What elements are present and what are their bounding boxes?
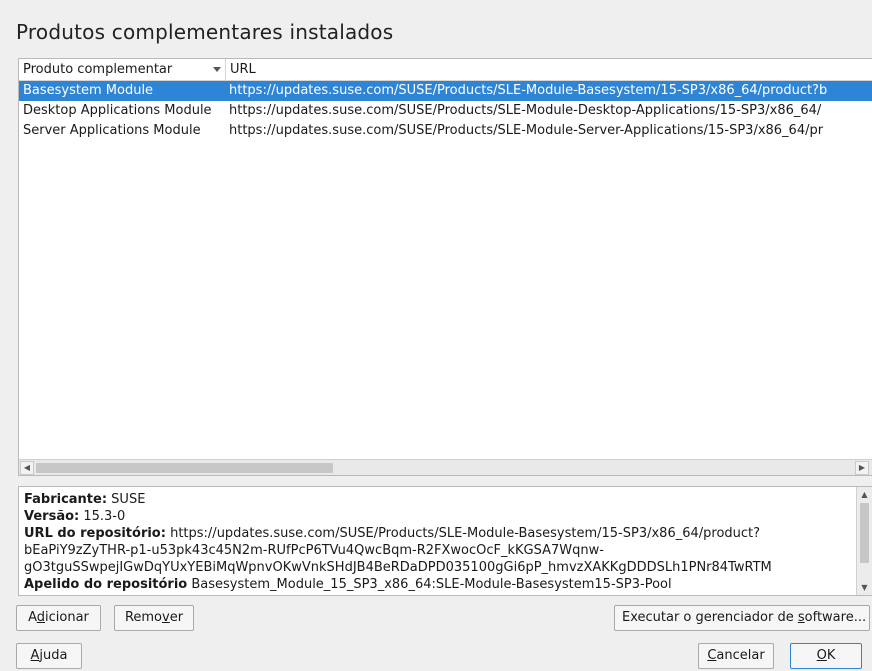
arrow-up-icon[interactable]: ▲ bbox=[858, 488, 871, 501]
column-header-product-label: Produto complementar bbox=[23, 62, 173, 77]
ok-button-mnemonic: O bbox=[816, 648, 827, 663]
table-row[interactable]: Basesystem Module https://updates.suse.c… bbox=[19, 81, 872, 101]
remove-button-mnemonic: v bbox=[162, 610, 170, 625]
cell-url: https://updates.suse.com/SUSE/Products/S… bbox=[229, 123, 824, 138]
ok-button[interactable]: OK bbox=[790, 643, 862, 669]
repo-url-label: URL do repositório: bbox=[24, 526, 166, 541]
table-row[interactable]: Desktop Applications Module https://upda… bbox=[19, 101, 872, 121]
horizontal-scrollbar[interactable]: ◀ ▶ bbox=[19, 459, 872, 475]
horizontal-scroll-thumb[interactable] bbox=[36, 463, 333, 473]
cell-url: https://updates.suse.com/SUSE/Products/S… bbox=[229, 83, 828, 98]
column-header-url-label: URL bbox=[230, 62, 256, 77]
column-header-product[interactable]: Produto complementar bbox=[19, 59, 226, 81]
cell-url: https://updates.suse.com/SUSE/Products/S… bbox=[229, 103, 822, 118]
vendor-value: SUSE bbox=[111, 492, 146, 507]
details-text: Fabricante: SUSE Versão: 15.3-0 URL do r… bbox=[24, 491, 854, 593]
cancel-button[interactable]: Cancelar bbox=[698, 643, 774, 669]
vendor-line: Fabricante: SUSE bbox=[24, 491, 854, 508]
column-header-url[interactable]: URL bbox=[226, 59, 872, 81]
cell-product: Server Applications Module bbox=[23, 123, 201, 138]
cell-product: Basesystem Module bbox=[23, 83, 154, 98]
dialog-title: Produtos complementares instalados bbox=[16, 20, 394, 44]
arrow-left-icon[interactable]: ◀ bbox=[20, 461, 34, 475]
add-button-label-pre: A bbox=[28, 610, 37, 625]
version-label: Versão: bbox=[24, 509, 80, 524]
run-button-label-post: oftware... bbox=[804, 610, 867, 625]
repo-url-value: https://updates.suse.com/SUSE/Products/S… bbox=[170, 526, 761, 541]
repo-alias-line: Apelido do repositório Basesystem_Module… bbox=[24, 576, 854, 593]
product-details-panel: Fabricante: SUSE Versão: 15.3-0 URL do r… bbox=[18, 486, 872, 596]
table-row[interactable]: Server Applications Module https://updat… bbox=[19, 121, 872, 141]
add-button-mnemonic: d bbox=[36, 610, 46, 625]
ok-button-label-post: K bbox=[826, 648, 836, 663]
run-button-mnemonic: s bbox=[797, 610, 805, 625]
table-header: Produto complementar URL bbox=[19, 59, 872, 81]
arrow-right-icon[interactable]: ▶ bbox=[855, 461, 869, 475]
repo-url-line-3: gO3tguSSwpejIGwDqYUxYEBiMqWpnvOKwVnkSHdJ… bbox=[24, 560, 772, 575]
addon-products-table[interactable]: Produto complementar URL Basesystem Modu… bbox=[18, 58, 872, 476]
arrow-down-icon[interactable]: ▼ bbox=[858, 581, 871, 594]
vertical-scrollbar[interactable]: ▲ ▼ bbox=[856, 487, 872, 595]
version-line: Versão: 15.3-0 bbox=[24, 508, 854, 525]
help-button-label-post: juda bbox=[39, 648, 68, 663]
cell-product: Desktop Applications Module bbox=[23, 103, 212, 118]
remove-button-label-post: er bbox=[169, 610, 184, 625]
run-button-label-pre: Executar o gerenciador de bbox=[622, 610, 798, 625]
repo-alias-label: Apelido do repositório bbox=[24, 577, 188, 592]
version-value: 15.3-0 bbox=[83, 509, 126, 524]
add-button[interactable]: Adicionar bbox=[16, 605, 101, 631]
table-body: Basesystem Module https://updates.suse.c… bbox=[19, 81, 872, 141]
remove-button-label-pre: Remo bbox=[124, 610, 163, 625]
repo-url-line: URL do repositório: https://updates.suse… bbox=[24, 525, 854, 542]
remove-button[interactable]: Remover bbox=[114, 605, 194, 631]
repo-url-line-2: bEaPiY9zZyTHR-p1-u53pk43c45N2m-RUfPcP6TV… bbox=[24, 543, 604, 558]
help-button[interactable]: Ajuda bbox=[16, 643, 82, 669]
run-software-manager-button[interactable]: Executar o gerenciador de software... bbox=[614, 605, 870, 631]
repo-alias-value: Basesystem_Module_15_SP3_x86_64:SLE-Modu… bbox=[191, 577, 672, 592]
vendor-label: Fabricante: bbox=[24, 492, 108, 507]
chevron-down-icon bbox=[213, 67, 221, 72]
cancel-button-label-post: ancelar bbox=[716, 648, 765, 663]
add-button-label-post: icionar bbox=[45, 610, 89, 625]
vertical-scroll-thumb[interactable] bbox=[860, 503, 869, 563]
